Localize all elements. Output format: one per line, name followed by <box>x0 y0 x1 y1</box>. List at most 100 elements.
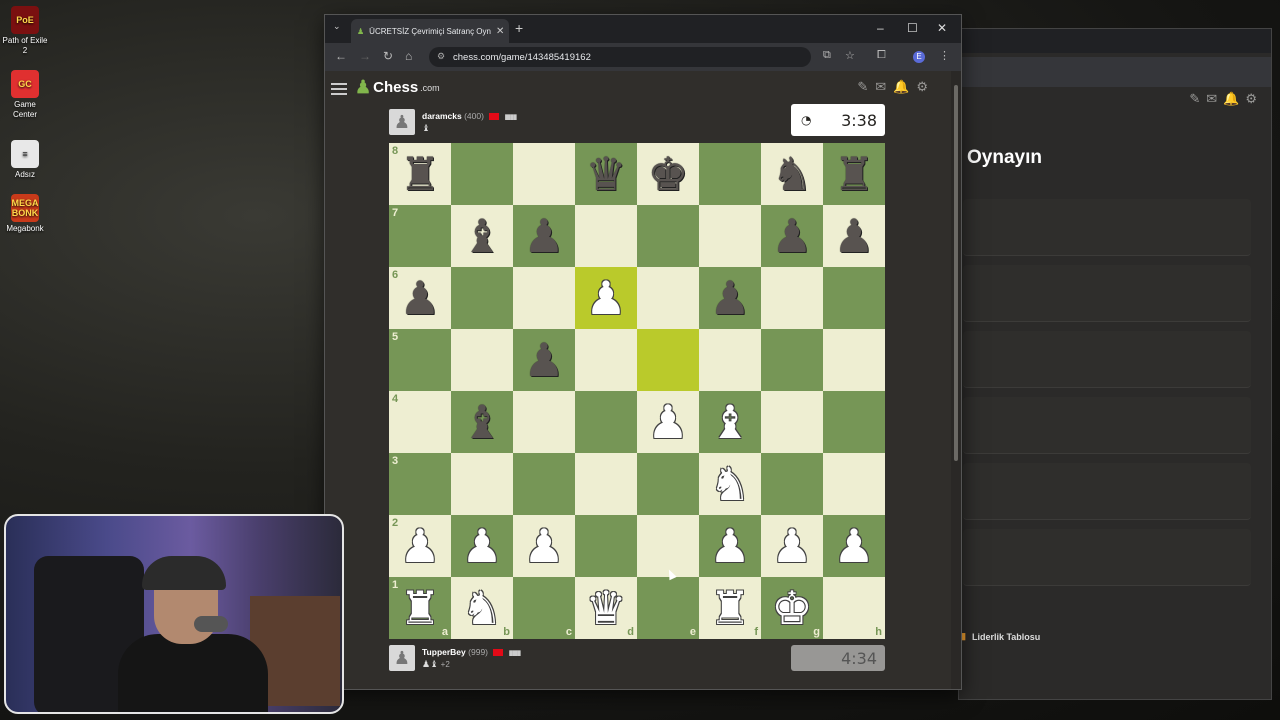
opponent-avatar[interactable]: ♟ <box>389 109 415 135</box>
square-d2[interactable] <box>575 515 637 577</box>
close-tab-icon[interactable]: ✕ <box>496 26 504 37</box>
address-bar[interactable]: ⚙ chess.com/game/143485419162 <box>429 47 811 67</box>
back-button[interactable]: ← <box>335 49 347 63</box>
bookmark-star-icon[interactable]: ☆ <box>845 49 855 62</box>
square-f7[interactable] <box>699 205 761 267</box>
square-f6[interactable]: ♟ <box>699 267 761 329</box>
install-app-icon[interactable]: ⧉ <box>823 49 831 62</box>
square-h8[interactable]: ♜ <box>823 143 885 205</box>
square-e4[interactable]: ♟ <box>637 391 699 453</box>
square-e7[interactable] <box>637 205 699 267</box>
browser-menu-icon[interactable]: ⋮ <box>939 49 950 62</box>
square-a5[interactable]: 5 <box>389 329 451 391</box>
home-button[interactable]: ⌂ <box>405 49 412 63</box>
square-a2[interactable]: 2 ♟ <box>389 515 451 577</box>
menu-icon[interactable] <box>331 80 347 98</box>
square-f8[interactable] <box>699 143 761 205</box>
white-pawn-icon[interactable]: ♟ <box>823 515 885 577</box>
square-b6[interactable] <box>451 267 513 329</box>
square-b3[interactable] <box>451 453 513 515</box>
page-scrollbar[interactable] <box>951 71 961 689</box>
black-bishop-icon[interactable]: ♝ <box>451 205 513 267</box>
square-e8[interactable]: ♚ <box>637 143 699 205</box>
square-d7[interactable] <box>575 205 637 267</box>
square-a4[interactable]: 4 <box>389 391 451 453</box>
black-rook-icon[interactable]: ♜ <box>389 143 451 205</box>
square-f2[interactable]: ♟ <box>699 515 761 577</box>
square-b8[interactable] <box>451 143 513 205</box>
tab-search-icon[interactable]: ⌄ <box>333 21 341 32</box>
square-g7[interactable]: ♟ <box>761 205 823 267</box>
new-tab-button[interactable]: + <box>515 20 523 36</box>
white-pawn-icon[interactable]: ♟ <box>513 515 575 577</box>
chess-logo[interactable]: ♟ Chess .com <box>355 77 440 98</box>
black-pawn-icon[interactable]: ♟ <box>389 267 451 329</box>
black-knight-icon[interactable]: ♞ <box>761 143 823 205</box>
reload-button[interactable]: ↻ <box>383 49 393 63</box>
square-d5[interactable] <box>575 329 637 391</box>
square-b2[interactable]: ♟ <box>451 515 513 577</box>
square-h5[interactable] <box>823 329 885 391</box>
player-name[interactable]: TupperBey <box>422 647 466 657</box>
desktop-shortcut[interactable]: ≡ Adsız <box>2 140 48 180</box>
square-d1[interactable]: d ♛ <box>575 577 637 639</box>
square-g3[interactable] <box>761 453 823 515</box>
square-f1[interactable]: f ♜ <box>699 577 761 639</box>
puzzle-icon[interactable]: ✎ <box>857 79 875 94</box>
square-g4[interactable] <box>761 391 823 453</box>
square-d4[interactable] <box>575 391 637 453</box>
square-c5[interactable]: ♟ <box>513 329 575 391</box>
profile-avatar[interactable]: E <box>913 51 925 63</box>
square-d8[interactable]: ♛ <box>575 143 637 205</box>
square-e5[interactable] <box>637 329 699 391</box>
white-pawn-icon[interactable]: ♟ <box>699 515 761 577</box>
square-h7[interactable]: ♟ <box>823 205 885 267</box>
black-pawn-icon[interactable]: ♟ <box>761 205 823 267</box>
white-pawn-icon[interactable]: ♟ <box>761 515 823 577</box>
maximize-button[interactable]: ☐ <box>907 21 918 35</box>
black-king-icon[interactable]: ♚ <box>637 143 699 205</box>
white-rook-icon[interactable]: ♜ <box>699 577 761 639</box>
square-a3[interactable]: 3 <box>389 453 451 515</box>
square-b4[interactable]: ♝ <box>451 391 513 453</box>
black-pawn-icon[interactable]: ♟ <box>823 205 885 267</box>
white-knight-icon[interactable]: ♞ <box>699 453 761 515</box>
square-c3[interactable] <box>513 453 575 515</box>
white-pawn-icon[interactable]: ♟ <box>637 391 699 453</box>
extensions-icon[interactable]: ⧠ <box>877 49 886 62</box>
square-e1[interactable]: e <box>637 577 699 639</box>
black-bishop-icon[interactable]: ♝ <box>451 391 513 453</box>
play-option-card[interactable] <box>963 265 1251 322</box>
square-a1[interactable]: 1 a ♜ <box>389 577 451 639</box>
player-avatar[interactable]: ♟ <box>389 645 415 671</box>
square-a6[interactable]: 6 ♟ <box>389 267 451 329</box>
white-queen-icon[interactable]: ♛ <box>575 577 637 639</box>
black-queen-icon[interactable]: ♛ <box>575 143 637 205</box>
notifications-icon[interactable]: 🔔 <box>893 79 916 94</box>
square-g1[interactable]: g ♚ <box>761 577 823 639</box>
play-option-card[interactable] <box>963 199 1251 256</box>
square-h6[interactable] <box>823 267 885 329</box>
messages-icon[interactable]: ✉ <box>875 79 893 94</box>
black-pawn-icon[interactable]: ♟ <box>513 205 575 267</box>
white-rook-icon[interactable]: ♜ <box>389 577 451 639</box>
square-c4[interactable] <box>513 391 575 453</box>
black-rook-icon[interactable]: ♜ <box>823 143 885 205</box>
square-e3[interactable] <box>637 453 699 515</box>
desktop-shortcut[interactable]: MEGA BONK Megabonk <box>2 194 48 234</box>
square-b5[interactable] <box>451 329 513 391</box>
play-option-card[interactable] <box>963 463 1251 520</box>
chess-board[interactable]: 8 ♜ ♛ ♚ ♞ ♜ 7 ♝ ♟ ♟ ♟ 6 ♟ ♟ ♟ 5 ♟ 4 ♝ ♟ ♝ 3 ♞ 2 ♟ ♟ ♟ ♟ ♟ ♟ 1 a ♜ b ♞ c d ♛ e f… <box>389 143 885 639</box>
square-g8[interactable]: ♞ <box>761 143 823 205</box>
leaderboard-link[interactable]: ▮ Liderlik Tablosu <box>961 631 1040 642</box>
square-g6[interactable] <box>761 267 823 329</box>
forward-button[interactable]: → <box>359 49 371 63</box>
square-c8[interactable] <box>513 143 575 205</box>
square-f3[interactable]: ♞ <box>699 453 761 515</box>
square-c1[interactable]: c <box>513 577 575 639</box>
square-g2[interactable]: ♟ <box>761 515 823 577</box>
square-h1[interactable]: h <box>823 577 885 639</box>
square-f5[interactable] <box>699 329 761 391</box>
play-option-card[interactable] <box>963 397 1251 454</box>
square-c7[interactable]: ♟ <box>513 205 575 267</box>
